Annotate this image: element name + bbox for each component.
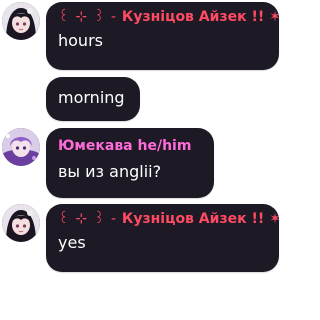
message-text: yes (58, 233, 86, 252)
anime-boy-purple-avatar-icon (2, 128, 40, 166)
message-text: morning (58, 88, 125, 107)
message-bubble[interactable]: ꒰ ⊹ ꒱ - Кузніцов Айзек !! ✶ yes (46, 204, 281, 272)
message-bubble[interactable]: morning (46, 77, 140, 121)
sender-avatar[interactable] (2, 2, 40, 40)
sender-avatar[interactable] (2, 128, 40, 166)
sender-avatar[interactable] (2, 204, 40, 242)
anime-girl-avatar-icon (2, 2, 40, 40)
message-bubble[interactable]: ꒰ ⊹ ꒱ - Кузніцов Айзек !! ✶ hours (46, 2, 281, 70)
message-text: hours (58, 31, 103, 50)
message-bubble[interactable]: Юмекава he/him вы из anglii? (46, 128, 214, 198)
sender-name[interactable]: ꒰ ⊹ ꒱ - Кузніцов Айзек !! ✶ (58, 9, 281, 25)
sender-name[interactable]: Юмекава he/him (58, 138, 202, 154)
anime-girl-avatar-icon (2, 204, 40, 242)
sender-name[interactable]: ꒰ ⊹ ꒱ - Кузніцов Айзек !! ✶ (58, 211, 281, 227)
chat-messages: ꒰ ⊹ ꒱ - Кузніцов Айзек !! ✶ hours mornin… (0, 0, 281, 320)
message-text: вы из anglii? (58, 162, 162, 181)
